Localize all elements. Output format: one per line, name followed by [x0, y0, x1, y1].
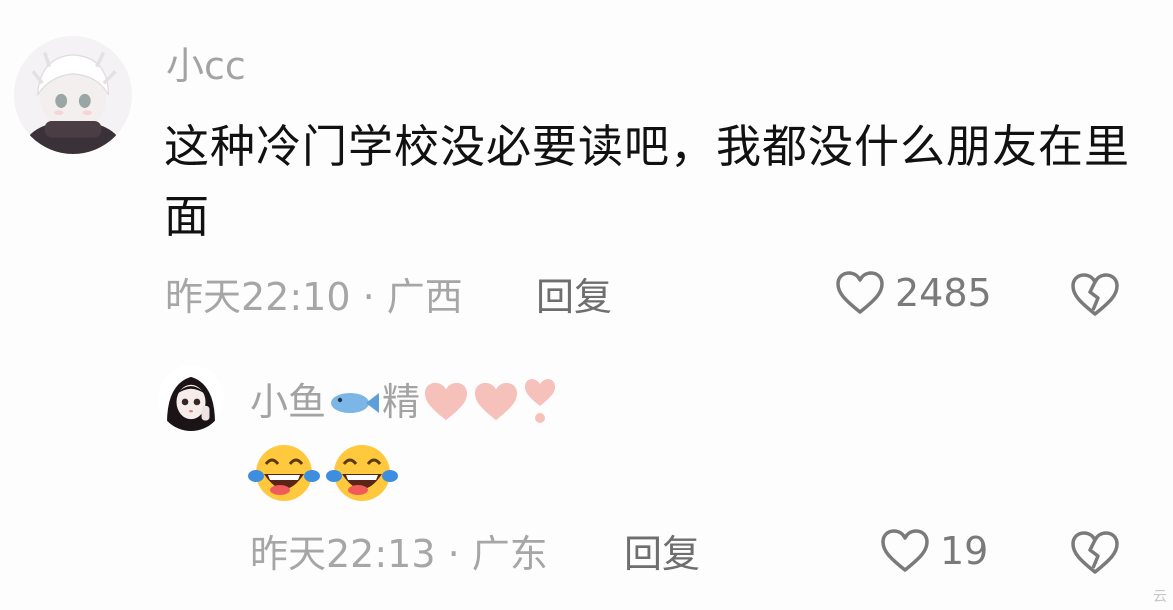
reply-button[interactable]: 回复 — [536, 278, 612, 316]
face-with-tears-of-joy-emoji — [326, 445, 398, 501]
reply-button[interactable]: 回复 — [624, 535, 700, 573]
like-button[interactable]: 19 — [880, 528, 988, 574]
broken-heart-icon — [1071, 531, 1119, 574]
reply-user-avatar[interactable] — [158, 365, 224, 431]
like-count: 19 — [940, 529, 989, 573]
like-count: 2485 — [895, 271, 992, 315]
watermark: 云 — [1153, 589, 1167, 605]
heart-exclamation-emoji — [525, 379, 556, 423]
user-avatar[interactable] — [14, 36, 132, 154]
dislike-button[interactable] — [1070, 530, 1120, 580]
pink-heart-emoji — [474, 382, 518, 421]
comment-meta: 昨天22:10 · 广西 — [165, 275, 463, 319]
face-with-tears-of-joy-emoji — [248, 445, 320, 501]
heart-outline-icon — [836, 271, 884, 314]
reply-comment-meta: 昨天22:13 · 广东 — [250, 532, 548, 576]
reply-username[interactable]: 小鱼 精 — [250, 378, 558, 426]
pink-heart-emoji — [424, 382, 468, 421]
reply-username-prefix: 小鱼 — [250, 380, 327, 424]
fish-emoji — [331, 393, 380, 413]
dislike-button[interactable] — [1070, 272, 1120, 322]
like-button[interactable]: 2485 — [835, 270, 992, 316]
username[interactable]: 小cc — [166, 47, 246, 85]
emoji-row — [248, 442, 398, 504]
broken-heart-icon — [1071, 273, 1119, 316]
reply-username-suffix: 精 — [382, 380, 421, 424]
heart-outline-icon — [881, 529, 929, 572]
comment-text: 这种冷门学校没必要读吧，我都没什么朋友在里面 — [164, 120, 1131, 243]
